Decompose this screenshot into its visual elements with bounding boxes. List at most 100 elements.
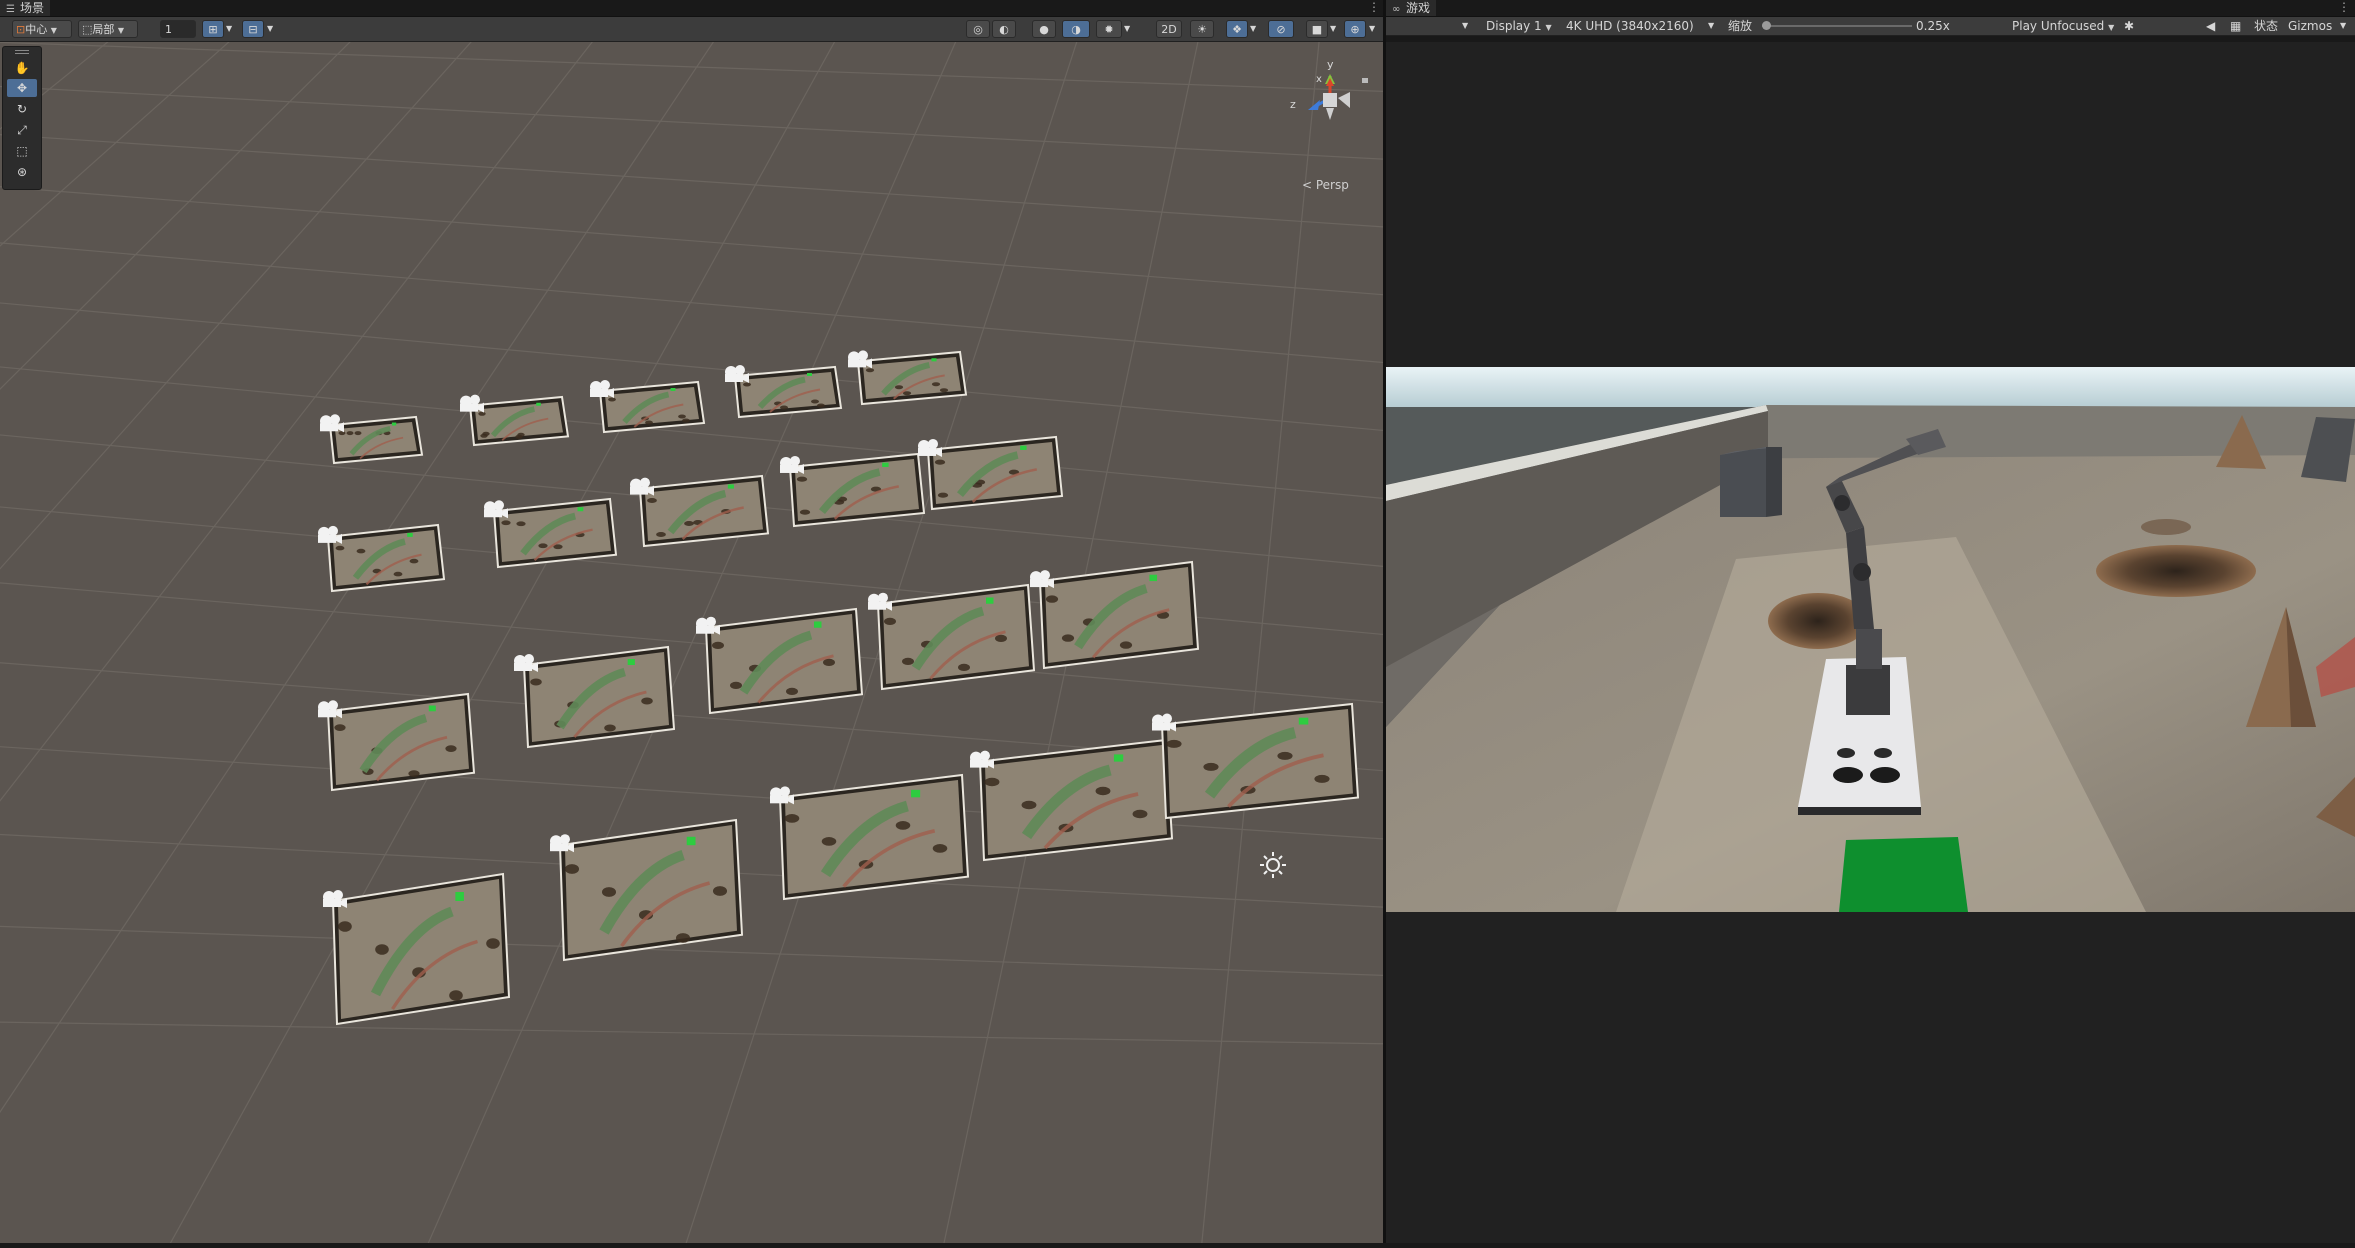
mode-2d-button[interactable]: 2D [1156,20,1182,38]
shaded-wireframe-button[interactable]: ◐ [992,20,1016,38]
environment-tile[interactable] [868,583,1036,691]
debug-draw-mode-button[interactable]: ✹ [1096,20,1122,38]
chevron-down-icon[interactable]: ▼ [1369,20,1375,38]
chevron-down-icon[interactable]: ▼ [267,20,273,38]
snap-value-field[interactable]: 1 [160,20,196,38]
game-view-type-dropdown[interactable]: ▼ [1462,17,1468,35]
speaker-icon[interactable]: ◀ [2206,17,2215,35]
camera-settings-button[interactable]: ■ [1306,20,1328,38]
lit-shading-button[interactable]: ◑ [1062,20,1090,38]
rect-icon: ⬚ [16,144,28,158]
environment-tile[interactable] [696,607,864,715]
chevron-down-icon: ▼ [1545,23,1552,32]
gizmo-axis-y: y [1327,58,1334,71]
gizmo-view-label[interactable]: < Persp [1302,178,1349,192]
environment-tile[interactable] [590,380,706,434]
environment-tile[interactable] [484,497,618,569]
environment-tile[interactable] [725,365,843,419]
keyboard-icon[interactable]: ▦ [2230,17,2241,35]
hand-tool-button[interactable]: ✋ [7,59,37,77]
gizmo-lock-icon[interactable] [1362,78,1368,83]
increment-snap-icon: ⊟ [248,23,258,36]
camera-gizmo-icon[interactable] [590,380,614,398]
gizmo-globe-icon: ⊕ [1350,23,1360,36]
environment-tile[interactable] [323,872,511,1026]
environment-tile[interactable] [770,773,970,901]
rotate-tool-button[interactable]: ↻ [7,100,37,118]
camera-gizmo-icon[interactable] [848,350,872,369]
game-render-frame [1386,367,2355,912]
play-mode-label: Play Unfocused [2012,19,2105,33]
stats-button[interactable]: 状态 [2254,17,2278,35]
scene-tab-bar: ☰ 场景 ⋮ [0,0,1383,17]
scale-slider-track[interactable] [1762,25,1912,27]
environment-tile[interactable] [1030,560,1200,670]
display-dropdown[interactable]: Display 1 ▼ [1486,17,1552,35]
move-tool-button[interactable]: ✥ [7,79,37,97]
game-more-options-icon[interactable]: ⋮ [2338,0,2350,16]
scale-value: 0.25x [1916,19,1950,33]
chevron-down-icon[interactable]: ▼ [1250,20,1256,38]
scene-grid: y x z [0,42,1383,1243]
gizmos-toggle-button[interactable]: Gizmos [2288,17,2332,35]
rect-tool-button[interactable]: ⬚ [7,142,37,160]
scene-visibility-button[interactable]: ⊘ [1268,20,1294,38]
globe-icon: ◎ [973,23,983,36]
eye-slash-icon: ⊘ [1276,23,1286,36]
camera-icon: ■ [1311,23,1323,36]
scene-more-options-icon[interactable]: ⋮ [1368,0,1380,16]
environment-tile[interactable] [318,523,446,593]
wireframe-shading-button[interactable]: ◎ [966,20,990,38]
transform-icon: ⊛ [16,165,28,179]
environment-tile[interactable] [780,452,926,528]
chevron-down-icon[interactable]: ▼ [2340,17,2346,35]
environment-tile[interactable] [970,738,1174,862]
lighting-toggle-button[interactable]: ☀ [1190,20,1214,38]
unlit-shading-button[interactable]: ● [1032,20,1056,38]
chevron-down-icon[interactable]: ▼ [226,20,232,38]
palette-grip-icon[interactable] [15,50,29,54]
environment-tile[interactable] [630,474,770,548]
environment-tile[interactable] [320,414,424,465]
environment-tile[interactable] [1152,702,1360,820]
scene-view[interactable]: y x z < Persp ✋ ✥ ↻ ⤢ ⬚ ⊛ [0,42,1383,1243]
increment-snap-button[interactable]: ⊟ [242,20,264,38]
environment-tile[interactable] [550,818,744,962]
move-icon: ✥ [16,81,28,95]
tab-game[interactable]: ∞ 游戏 [1386,0,1437,16]
gizmos-button[interactable]: ⊕ [1344,20,1366,38]
camera-gizmo-icon[interactable] [725,365,749,383]
chevron-down-icon[interactable]: ▼ [1708,17,1714,35]
lit-sphere-icon: ◑ [1071,23,1081,36]
play-mode-dropdown[interactable]: Play Unfocused ▼ [2012,17,2114,35]
environment-tile[interactable] [514,645,676,749]
resolution-dropdown[interactable]: 4K UHD (3840x2160) [1566,17,1694,35]
camera-gizmo-icon[interactable] [460,394,484,413]
audio-toggle-button[interactable]: ❖ [1226,20,1248,38]
layers-icon: ❖ [1232,23,1242,36]
tab-game-label: 游戏 [1406,1,1431,15]
grid-snap-icon: ⊞ [208,23,218,36]
environment-tile[interactable] [460,394,570,447]
chevron-down-icon[interactable]: ▼ [1124,20,1130,38]
scale-tool-button[interactable]: ⤢ [7,121,37,139]
hole [2096,545,2256,597]
environment-tile[interactable] [918,435,1064,511]
environment-tile[interactable] [848,350,968,406]
chevron-down-icon: ▼ [117,26,125,35]
environment-tile[interactable] [318,692,476,792]
tab-scene-label: 场景 [20,1,45,15]
pivot-dropdown[interactable]: ⊡中心 ▼ [12,20,72,38]
bug-icon[interactable]: ✱ [2124,17,2134,35]
gizmo-axis-x: x [1316,74,1322,85]
chevron-down-icon[interactable]: ▼ [1330,20,1336,38]
directional-light-icon[interactable] [1260,852,1286,878]
tab-scene[interactable]: ☰ 场景 [0,0,51,16]
space-dropdown[interactable]: ⬚局部 ▼ [78,20,138,38]
grid-snap-button[interactable]: ⊞ [202,20,224,38]
scale-slider-handle[interactable] [1762,21,1771,30]
transform-tool-button[interactable]: ⊛ [7,163,37,181]
status-bar [0,1243,2355,1248]
sun-dropdown-icon: ✹ [1104,23,1114,36]
green-target [1839,837,1968,912]
